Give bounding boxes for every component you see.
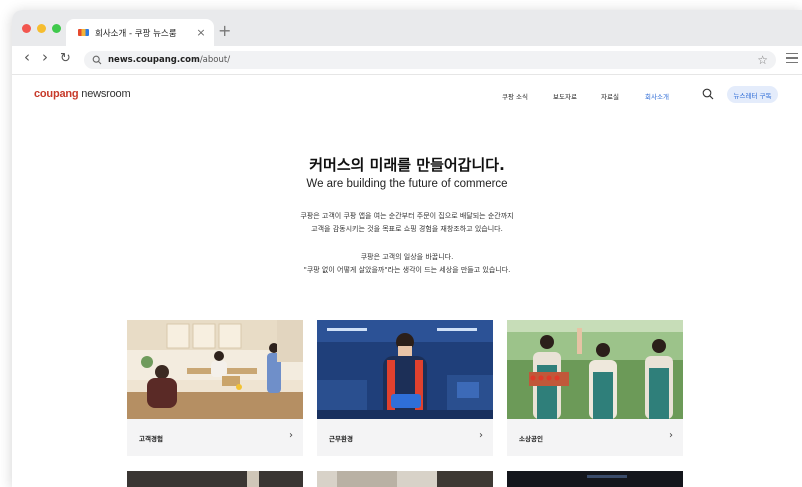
maximize-window-button[interactable] — [52, 24, 61, 33]
card-image — [507, 320, 683, 419]
card-footer: 고객경험 › — [127, 419, 303, 456]
newsletter-subscribe-button[interactable]: 뉴스레터 구독 — [727, 86, 778, 103]
page-title: 커머스의 미래를 만들어갑니다. — [309, 156, 505, 174]
reload-icon[interactable]: ↻ — [60, 52, 71, 66]
intro-line: 쿠팡은 고객이 쿠팡 앱을 여는 순간부터 주문이 집으로 배달되는 순간까지 — [300, 212, 514, 220]
address-bar[interactable]: news.coupang.com/about/ ☆ — [84, 51, 776, 69]
tab-active[interactable]: 회사소개 - 쿠팡 뉴스룸 × — [66, 19, 214, 46]
url-host: news.coupang.com — [108, 55, 200, 65]
close-tab-icon[interactable]: × — [194, 26, 208, 39]
card-label: 고객경험 — [139, 435, 163, 443]
page-subtitle: We are building the future of commerce — [306, 178, 508, 190]
card-label: 소상공인 — [519, 435, 543, 443]
site-search-icon[interactable] — [702, 88, 714, 100]
intro-line: 고객을 감동시키는 것을 목표로 쇼핑 경험을 재창조하고 있습니다. — [311, 224, 503, 233]
search-icon — [92, 55, 102, 65]
forward-icon[interactable]: › — [42, 50, 48, 65]
back-icon[interactable]: ‹ — [24, 50, 30, 65]
card-image — [127, 320, 303, 419]
nav-coupang-news[interactable]: 쿠팡 소식 — [502, 91, 528, 101]
card-image-partial — [507, 471, 683, 487]
card-image-partial — [127, 471, 303, 487]
logo-brand: coupang — [34, 88, 79, 100]
tab-title: 회사소개 - 쿠팡 뉴스룸 — [95, 28, 177, 39]
favicon-icon — [78, 29, 89, 36]
intro-line: "쿠팡 없이 어떻게 살았을까"라는 생각이 드는 세상을 만들고 있습니다. — [303, 265, 511, 274]
intro-paragraph-1: 쿠팡은 고객이 쿠팡 앱을 여는 순간부터 주문이 집으로 배달되는 순간까지 … — [12, 210, 802, 235]
card-image-partial — [317, 471, 493, 487]
url-path: /about/ — [199, 55, 231, 65]
nav-press-releases[interactable]: 보도자료 — [553, 91, 577, 101]
card-customer-experience[interactable]: 고객경험 › — [127, 320, 303, 456]
card-work-environment[interactable]: 근무환경 › — [317, 320, 493, 456]
newsroom-logo[interactable]: coupang newsroom — [34, 88, 131, 100]
new-tab-icon[interactable]: + — [218, 23, 231, 39]
close-window-button[interactable] — [22, 24, 31, 33]
logo-rest: newsroom — [78, 88, 131, 100]
menu-icon[interactable] — [786, 53, 798, 66]
card-footer: 소상공인 › — [507, 419, 683, 456]
chevron-right-icon: › — [479, 430, 483, 441]
chevron-right-icon: › — [669, 430, 673, 441]
nav-media-library[interactable]: 자료실 — [601, 91, 619, 101]
intro-paragraph-2: 쿠팡은 고객의 일상을 바꿉니다. "쿠팡 없이 어떻게 살았을까"라는 생각이… — [12, 251, 802, 276]
browser-window: 회사소개 - 쿠팡 뉴스룸 × + ‹ › ↻ news.coupang.com… — [12, 10, 802, 487]
card-footer: 근무환경 › — [317, 419, 493, 456]
card-small-businesses[interactable]: 소상공인 › — [507, 320, 683, 456]
window-controls — [22, 24, 61, 33]
chevron-right-icon: › — [289, 430, 293, 441]
bookmark-star-icon[interactable]: ☆ — [757, 53, 768, 67]
card-image — [317, 320, 493, 419]
card-label: 근무환경 — [329, 435, 353, 443]
intro-line: 쿠팡은 고객의 일상을 바꿉니다. — [360, 253, 454, 261]
minimize-window-button[interactable] — [37, 24, 46, 33]
site-header: coupang newsroom 쿠팡 소식 보도자료 자료실 회사소개 뉴스레… — [12, 74, 802, 114]
tab-strip: 회사소개 - 쿠팡 뉴스룸 × + — [12, 10, 802, 46]
nav-about[interactable]: 회사소개 — [645, 91, 669, 101]
browser-toolbar: ‹ › ↻ news.coupang.com/about/ ☆ — [12, 46, 802, 75]
